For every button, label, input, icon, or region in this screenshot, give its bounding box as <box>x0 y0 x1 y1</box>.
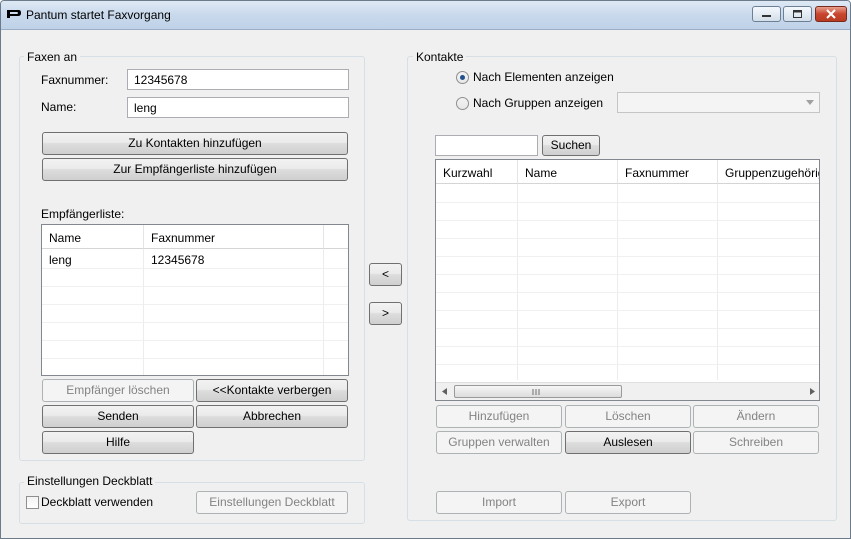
add-to-contacts-button[interactable]: Zu Kontakten hinzufügen <box>42 132 348 155</box>
contacts-col-speed-dial[interactable]: Kurzwahl <box>436 160 518 184</box>
contacts-col-divider <box>517 184 518 380</box>
row-divider <box>436 274 819 275</box>
contacts-group-title: Kontakte <box>413 50 467 64</box>
contacts-col-group[interactable]: Gruppenzugehörig <box>718 160 819 184</box>
cover-settings-button[interactable]: Einstellungen Deckblatt <box>196 491 348 514</box>
row-divider <box>436 346 819 347</box>
import-button[interactable]: Import <box>436 491 562 514</box>
send-button[interactable]: Senden <box>42 405 194 428</box>
title-bar[interactable]: Pantum startet Faxvorgang <box>1 1 850 30</box>
read-out-button[interactable]: Auslesen <box>565 431 691 454</box>
window-title: Pantum startet Faxvorgang <box>26 8 171 22</box>
group-select[interactable] <box>617 92 820 113</box>
close-button[interactable] <box>815 6 847 22</box>
row-divider <box>42 322 348 323</box>
recipient-col-fax[interactable]: Faxnummer <box>144 225 324 249</box>
view-by-groups-radio[interactable] <box>456 97 469 110</box>
row-divider <box>436 292 819 293</box>
recipient-row-fax[interactable]: 12345678 <box>144 250 324 268</box>
name-field[interactable]: leng <box>127 97 349 118</box>
delete-contact-button[interactable]: Löschen <box>565 405 691 428</box>
delete-recipient-button[interactable]: Empfänger löschen <box>42 379 194 402</box>
manage-groups-button[interactable]: Gruppen verwalten <box>436 431 562 454</box>
add-to-recipients-button[interactable]: Zur Empfängerliste hinzufügen <box>42 158 348 181</box>
row-divider <box>436 220 819 221</box>
recipient-table[interactable]: Name Faxnummer leng 12345678 <box>41 224 349 376</box>
hide-contacts-button[interactable]: <<Kontakte verbergen <box>196 379 348 402</box>
recipient-row-name[interactable]: leng <box>42 250 144 268</box>
fax-number-label: Faxnummer: <box>41 73 109 87</box>
row-divider <box>42 358 348 359</box>
row-divider <box>42 340 348 341</box>
recipient-col-name[interactable]: Name <box>42 225 144 249</box>
transfer-left-button[interactable]: < <box>369 263 402 286</box>
row-divider <box>436 238 819 239</box>
row-divider <box>42 286 348 287</box>
scroll-left-icon[interactable] <box>442 388 447 395</box>
row-divider <box>436 256 819 257</box>
row-divider <box>436 310 819 311</box>
contacts-table[interactable]: Kurzwahl Name Faxnummer Gruppenzugehörig <box>435 159 820 401</box>
use-cover-checkbox[interactable] <box>26 496 39 509</box>
chevron-down-icon <box>806 100 814 105</box>
view-by-elements-label[interactable]: Nach Elementen anzeigen <box>473 70 614 84</box>
transfer-right-button[interactable]: > <box>369 302 402 325</box>
grip-icon <box>532 389 540 395</box>
view-by-groups-label[interactable]: Nach Gruppen anzeigen <box>473 96 603 110</box>
contacts-col-divider <box>617 184 618 380</box>
cover-group-title: Einstellungen Deckblatt <box>24 474 156 488</box>
search-button[interactable]: Suchen <box>542 135 600 156</box>
export-button[interactable]: Export <box>565 491 691 514</box>
add-contact-button[interactable]: Hinzufügen <box>436 405 562 428</box>
view-by-elements-radio[interactable] <box>456 71 469 84</box>
write-button[interactable]: Schreiben <box>693 431 819 454</box>
use-cover-label[interactable]: Deckblatt verwenden <box>41 495 153 509</box>
fax-to-group-title: Faxen an <box>24 50 81 64</box>
contacts-col-divider <box>717 184 718 380</box>
fax-number-field[interactable]: 12345678 <box>127 69 349 90</box>
row-divider <box>42 304 348 305</box>
fax-window: Pantum startet Faxvorgang Faxen an Faxnu… <box>0 0 851 539</box>
change-contact-button[interactable]: Ändern <box>693 405 819 428</box>
close-icon <box>826 9 836 19</box>
contact-search-input[interactable] <box>435 135 538 156</box>
recipient-list-label: Empfängerliste: <box>41 207 125 221</box>
minimize-icon <box>762 15 771 17</box>
name-label: Name: <box>41 100 77 114</box>
contacts-col-fax[interactable]: Faxnummer <box>618 160 718 184</box>
help-button[interactable]: Hilfe <box>42 431 194 454</box>
radio-selected-dot <box>460 75 465 80</box>
recipient-col-filler <box>324 225 348 249</box>
row-divider <box>436 328 819 329</box>
contacts-col-name[interactable]: Name <box>518 160 618 184</box>
pantum-logo-icon <box>7 10 21 18</box>
row-divider <box>42 268 348 269</box>
minimize-button[interactable] <box>752 6 781 22</box>
scrollbar-thumb[interactable] <box>454 385 622 398</box>
cancel-button[interactable]: Abbrechen <box>196 405 348 428</box>
row-divider <box>436 364 819 365</box>
maximize-icon <box>793 10 802 18</box>
scroll-right-icon[interactable] <box>810 388 815 395</box>
maximize-button[interactable] <box>783 6 812 22</box>
row-divider <box>436 202 819 203</box>
horizontal-scrollbar[interactable] <box>436 382 819 400</box>
dialog-client-area: Faxen an Faxnummer: 12345678 Name: leng … <box>1 30 850 538</box>
